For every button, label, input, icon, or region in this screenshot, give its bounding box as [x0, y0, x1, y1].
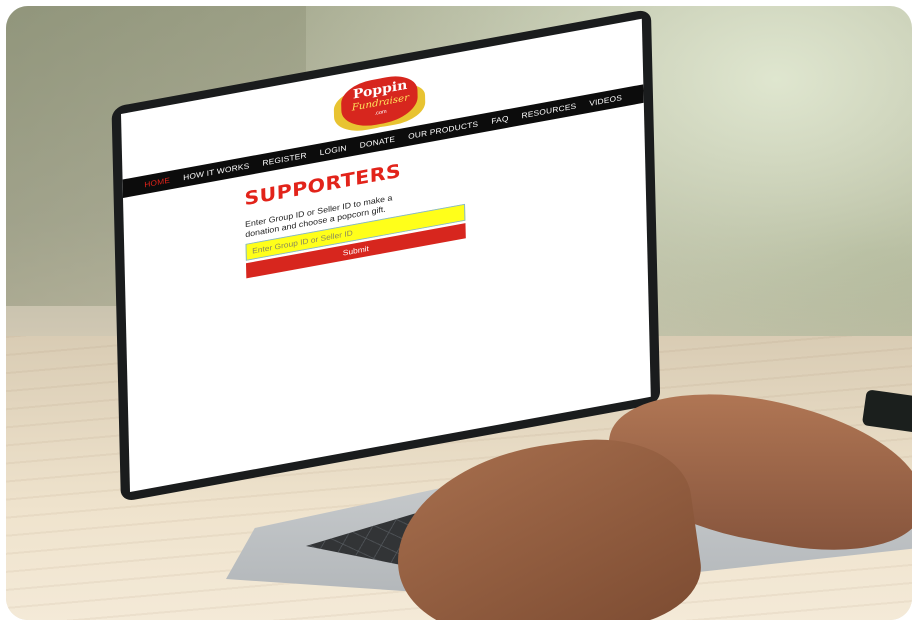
nav-how-it-works[interactable]: HOW IT WORKS — [183, 161, 249, 182]
background-photo: Poppin Fundraiser .com HOME HOW IT WORKS… — [6, 6, 912, 620]
nav-our-products[interactable]: OUR PRODUCTS — [408, 120, 478, 141]
nav-home[interactable]: HOME — [144, 176, 170, 189]
nav-videos[interactable]: VIDEOS — [589, 93, 622, 107]
nav-login[interactable]: LOGIN — [320, 144, 347, 157]
nav-register[interactable]: REGISTER — [262, 151, 306, 167]
nav-donate[interactable]: DONATE — [360, 135, 396, 150]
nav-resources[interactable]: RESOURCES — [522, 102, 577, 120]
nav-faq[interactable]: FAQ — [491, 114, 509, 126]
